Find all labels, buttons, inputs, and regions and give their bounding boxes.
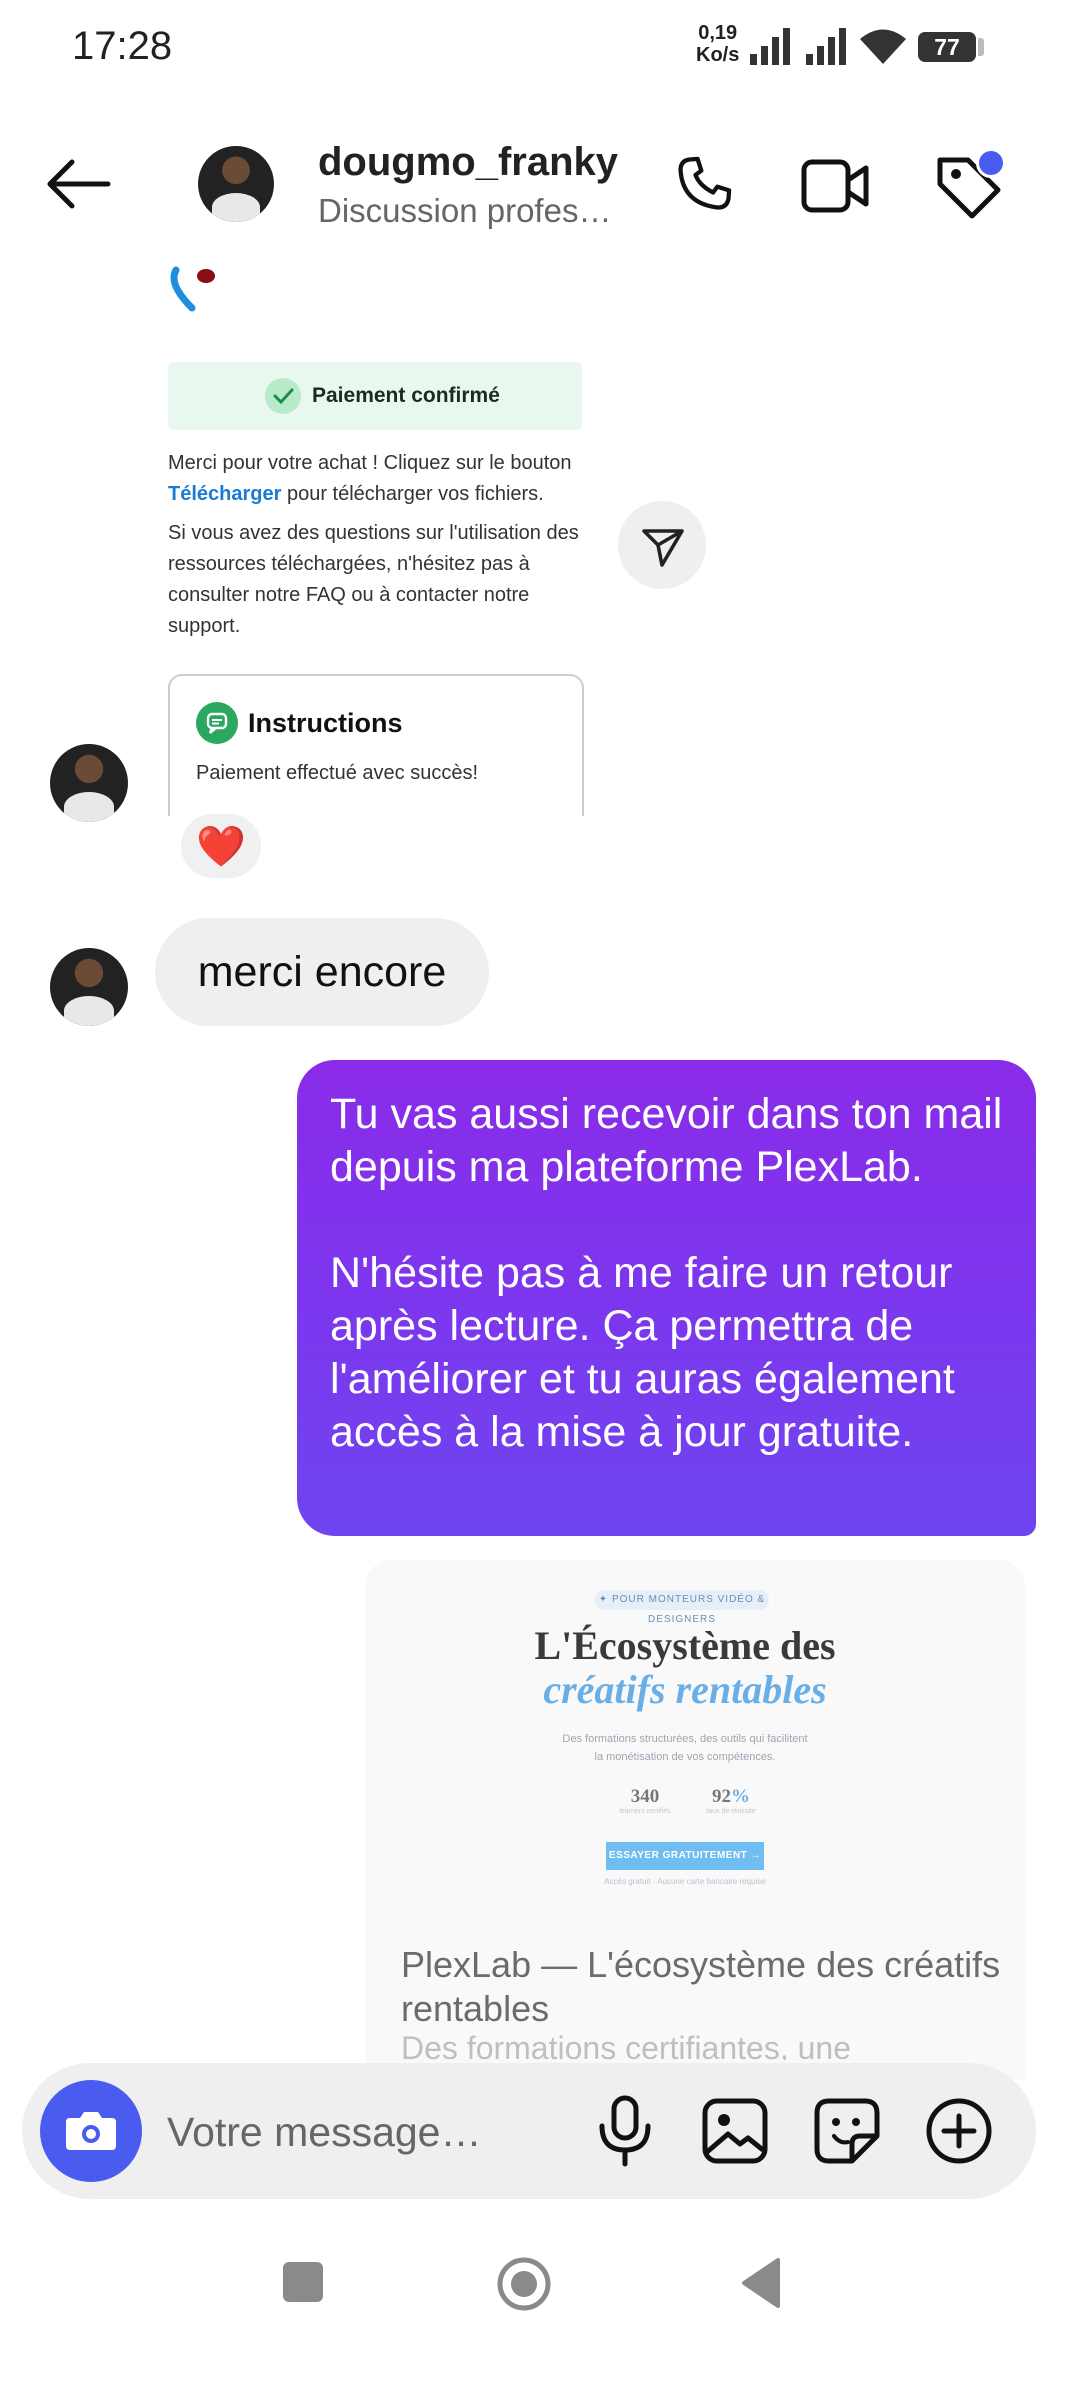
- plus-circle-icon[interactable]: [924, 2096, 994, 2166]
- incoming-message-bubble[interactable]: merci encore: [155, 918, 489, 1026]
- video-camera-icon[interactable]: [800, 154, 872, 218]
- contact-username[interactable]: dougmo_franky: [318, 140, 618, 185]
- brand-logo-icon: [170, 266, 215, 312]
- payment-confirmed-label: Paiement confirmé: [312, 384, 500, 407]
- preview-stat-2: 92% taux de réussite: [694, 1786, 768, 1815]
- preview-stat-2-label: taux de réussite: [706, 1808, 756, 1815]
- share-button[interactable]: [618, 501, 706, 589]
- preview-tagline-pill: ✦ POUR MONTEURS VIDÉO & DESIGNERS: [595, 1590, 769, 1625]
- sticker-icon[interactable]: [812, 2096, 882, 2166]
- recents-square-icon[interactable]: [283, 2262, 323, 2302]
- outgoing-message-text: Tu vas aussi recevoir dans ton mail depu…: [330, 1090, 1003, 1456]
- preview-headline: L'Écosystème des: [534, 1623, 836, 1668]
- preview-stat-1: 340 learners certifiés: [612, 1786, 678, 1815]
- preview-cta-note: Accès gratuit · Aucune carte bancaire re…: [604, 1877, 766, 1886]
- preview-cta-button[interactable]: ESSAYER GRATUITEMENT →: [606, 1842, 764, 1870]
- preview-title[interactable]: PlexLab — L'écosystème des créatifs rent…: [401, 1943, 1001, 2031]
- preview-stat-1-label: learners certifiés: [619, 1808, 671, 1815]
- image-icon[interactable]: [700, 2096, 770, 2166]
- camera-button[interactable]: [40, 2080, 142, 2182]
- chat-icon: [196, 702, 238, 744]
- receipt-help-text: Si vous avez des questions sur l'utilisa…: [168, 522, 579, 637]
- thanks-after: pour télécharger vos fichiers.: [286, 483, 544, 505]
- preview-description: Des formations certifiantes, une: [401, 2030, 851, 2060]
- home-circle-icon[interactable]: [494, 2254, 554, 2314]
- microphone-icon[interactable]: [594, 2094, 656, 2168]
- instructions-card: [168, 674, 584, 816]
- battery-icon: 77: [918, 32, 976, 62]
- message-input[interactable]: [167, 2093, 567, 2171]
- camera-icon: [66, 2112, 116, 2150]
- sender-avatar[interactable]: [50, 948, 128, 1026]
- send-icon: [642, 529, 684, 567]
- signal-icon: [750, 28, 790, 65]
- receipt-thanks-text: Merci pour votre achat ! Cliquez sur le …: [168, 448, 588, 510]
- preview-subhead: Des formations structurées, des outils q…: [562, 1733, 808, 1763]
- thanks-before: Merci pour votre achat ! Cliquez sur le …: [168, 452, 572, 474]
- preview-stat-2-value: 92: [712, 1786, 731, 1807]
- contact-avatar[interactable]: [198, 146, 274, 222]
- status-time: 17:28: [72, 24, 173, 68]
- instructions-body: Paiement effectué avec succès!: [196, 762, 479, 784]
- preview-stat-1-value: 340: [630, 1786, 660, 1807]
- signal-icon: [806, 28, 846, 65]
- phone-icon[interactable]: [672, 152, 736, 216]
- back-arrow-icon[interactable]: [44, 156, 112, 212]
- wifi-icon: [860, 29, 906, 64]
- download-link[interactable]: Télécharger: [168, 483, 281, 505]
- heart-reaction[interactable]: ❤️: [181, 814, 261, 878]
- network-speed-value: 0,19: [698, 22, 738, 44]
- check-icon: [265, 378, 301, 414]
- contact-subtitle[interactable]: Discussion profes…: [318, 192, 611, 230]
- network-speed: 0,19 Ko/s: [696, 22, 739, 66]
- preview-headline-accent: créatifs rentables: [543, 1667, 827, 1712]
- notification-dot: [976, 148, 1006, 178]
- instructions-title: Instructions: [248, 708, 403, 738]
- back-triangle-icon[interactable]: [738, 2256, 782, 2310]
- network-speed-unit: Ko/s: [696, 44, 740, 66]
- sender-avatar[interactable]: [50, 744, 128, 822]
- battery-tip: [978, 38, 984, 56]
- percent-sign: %: [731, 1786, 750, 1807]
